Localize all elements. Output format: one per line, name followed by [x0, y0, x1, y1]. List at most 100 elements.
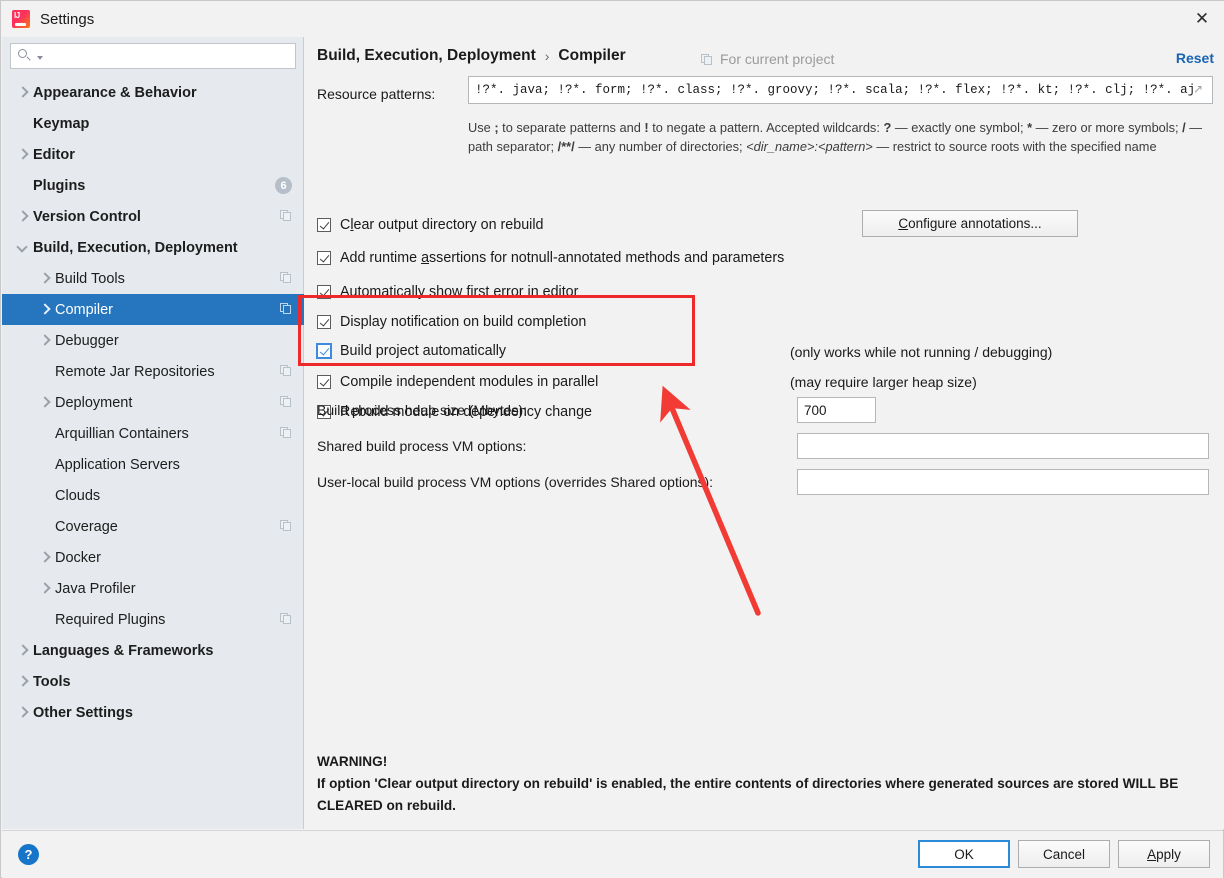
sidebar-item-label: Appearance & Behavior	[33, 84, 197, 101]
side-note-parallel-compile: (may require larger heap size)	[790, 374, 977, 390]
resource-patterns-input[interactable]	[469, 83, 1212, 97]
shared-vm-options-input[interactable]	[798, 438, 1208, 454]
sidebar-item-arquillian-containers[interactable]: Arquillian Containers	[2, 418, 304, 449]
sidebar-item-keymap[interactable]: Keymap	[2, 108, 304, 139]
user-local-vm-options-input[interactable]	[798, 474, 1208, 490]
checkbox-icon[interactable]	[317, 251, 331, 265]
warning-block: WARNING! If option 'Clear output directo…	[317, 751, 1212, 817]
sidebar-item-plugins[interactable]: Plugins 6	[2, 170, 304, 201]
sidebar-item-label: Build, Execution, Deployment	[33, 239, 238, 256]
settings-dialog: Settings ✕ Appearance & Behavior Keymap Ed…	[0, 0, 1224, 878]
sidebar-item-other-settings[interactable]: Other Settings	[2, 697, 304, 728]
user-local-vm-options-field[interactable]	[797, 469, 1209, 495]
resource-patterns-hint: Use ; to separate patterns and ! to nega…	[468, 118, 1213, 156]
cancel-button[interactable]: Cancel	[1018, 840, 1110, 868]
shared-vm-options-label: Shared build process VM options:	[317, 438, 527, 454]
checkbox-build-project-automatically[interactable]: Build project automatically	[317, 343, 506, 359]
help-icon[interactable]: ?	[18, 844, 39, 865]
sidebar-item-appearance-behavior[interactable]: Appearance & Behavior	[2, 77, 304, 108]
checkbox-compile-independent-modules-in-parallel[interactable]: Compile independent modules in parallel	[317, 374, 598, 390]
sidebar-item-label: Required Plugins	[55, 611, 166, 628]
project-scope-icon	[280, 210, 292, 222]
checkbox-icon[interactable]	[317, 218, 331, 232]
dialog-footer: ? OK Cancel Apply	[2, 830, 1223, 878]
warning-body: If option 'Clear output directory on reb…	[317, 776, 1179, 813]
sidebar-item-version-control[interactable]: Version Control	[2, 201, 304, 232]
sidebar-item-languages-frameworks[interactable]: Languages & Frameworks	[2, 635, 304, 666]
checkbox-add-runtime-assertions-for-notnull-annotated-methods-and-parameters[interactable]: Add runtime assertions for notnull-annot…	[317, 250, 784, 266]
sidebar-item-deployment[interactable]: Deployment	[2, 387, 304, 418]
breadcrumb-root[interactable]: Build, Execution, Deployment	[317, 47, 536, 65]
sidebar-item-build-execution-deployment[interactable]: Build, Execution, Deployment	[2, 232, 304, 263]
checkbox-icon[interactable]	[317, 315, 331, 329]
checkbox-label: Add runtime assertions for notnull-annot…	[340, 250, 785, 266]
sidebar-item-tools[interactable]: Tools	[2, 666, 304, 697]
checkbox-automatically-show-first-error-in-editor[interactable]: Automatically show first error in editor	[317, 284, 578, 300]
sidebar-item-docker[interactable]: Docker	[2, 542, 304, 573]
sidebar-item-label: Debugger	[55, 332, 119, 349]
close-icon[interactable]: ✕	[1179, 1, 1224, 37]
heap-size-input[interactable]	[798, 402, 875, 418]
search-field[interactable]	[10, 43, 296, 69]
chevron-right-icon[interactable]	[38, 303, 51, 316]
sidebar-item-coverage[interactable]: Coverage	[2, 511, 304, 542]
project-scope-icon	[280, 365, 292, 377]
project-scope-icon	[280, 303, 292, 315]
chevron-right-icon[interactable]	[38, 551, 51, 564]
configure-annotations-label: Configure annotations...	[898, 216, 1042, 231]
chevron-right-icon[interactable]	[16, 86, 29, 99]
chevron-right-icon[interactable]	[16, 675, 29, 688]
project-scope-icon	[280, 427, 292, 439]
chevron-right-icon[interactable]	[16, 210, 29, 223]
chevron-right-icon[interactable]	[16, 148, 29, 161]
sidebar-item-label: Keymap	[33, 115, 90, 132]
chevron-right-icon[interactable]	[16, 644, 29, 657]
chevron-right-icon[interactable]	[38, 272, 51, 285]
checkbox-display-notification-on-build-completion[interactable]: Display notification on build completion	[317, 314, 586, 330]
sidebar-item-build-tools[interactable]: Build Tools	[2, 263, 304, 294]
chevron-right-icon[interactable]	[38, 396, 51, 409]
sidebar-item-compiler[interactable]: Compiler	[2, 294, 304, 325]
heap-size-label: Build process heap size (Mbytes):	[317, 402, 528, 418]
settings-sidebar: Appearance & Behavior Keymap Editor Plugins…	[2, 37, 304, 829]
hint-seg-1: Use	[468, 120, 495, 135]
search-input[interactable]	[43, 48, 295, 64]
chevron-right-icon[interactable]	[38, 334, 51, 347]
configure-annotations-button[interactable]: Configure annotations...	[862, 210, 1078, 237]
chevron-right-icon[interactable]	[16, 706, 29, 719]
hint-seg-4: — exactly one symbol;	[891, 120, 1028, 135]
sidebar-item-label: Docker	[55, 549, 101, 566]
resource-patterns-field[interactable]: ↗	[468, 76, 1213, 104]
checkbox-icon[interactable]	[317, 285, 331, 299]
sidebar-item-label: Java Profiler	[55, 580, 136, 597]
ok-button-label: OK	[954, 846, 974, 862]
sidebar-item-label: Other Settings	[33, 704, 133, 721]
apply-button[interactable]: Apply	[1118, 840, 1210, 868]
reset-link[interactable]: Reset	[1176, 50, 1214, 66]
sidebar-item-remote-jar-repositories[interactable]: Remote Jar Repositories	[2, 356, 304, 387]
heap-size-field[interactable]	[797, 397, 876, 423]
sidebar-item-debugger[interactable]: Debugger	[2, 325, 304, 356]
chevron-down-icon[interactable]	[16, 241, 29, 254]
expand-icon[interactable]: ↗	[1193, 83, 1206, 96]
shared-vm-options-field[interactable]	[797, 433, 1209, 459]
sidebar-item-java-profiler[interactable]: Java Profiler	[2, 573, 304, 604]
project-scope-icon	[280, 520, 292, 532]
sidebar-item-clouds[interactable]: Clouds	[2, 480, 304, 511]
sidebar-item-label: Application Servers	[55, 456, 180, 473]
sidebar-item-required-plugins[interactable]: Required Plugins	[2, 604, 304, 635]
hint-seg-7: — any number of directories;	[574, 139, 747, 154]
sidebar-item-application-servers[interactable]: Application Servers	[2, 449, 304, 480]
sidebar-item-editor[interactable]: Editor	[2, 139, 304, 170]
ok-button[interactable]: OK	[918, 840, 1010, 868]
checkbox-label: Automatically show first error in editor	[340, 284, 579, 300]
checkbox-icon[interactable]	[317, 375, 331, 389]
checkbox-clear-output-directory-on-rebuild[interactable]: Clear output directory on rebuild	[317, 217, 543, 233]
sidebar-item-label: Remote Jar Repositories	[55, 363, 215, 380]
user-local-vm-options-label: User-local build process VM options (ove…	[317, 474, 714, 490]
chevron-right-icon[interactable]	[38, 582, 51, 595]
checkbox-icon[interactable]	[317, 344, 331, 358]
